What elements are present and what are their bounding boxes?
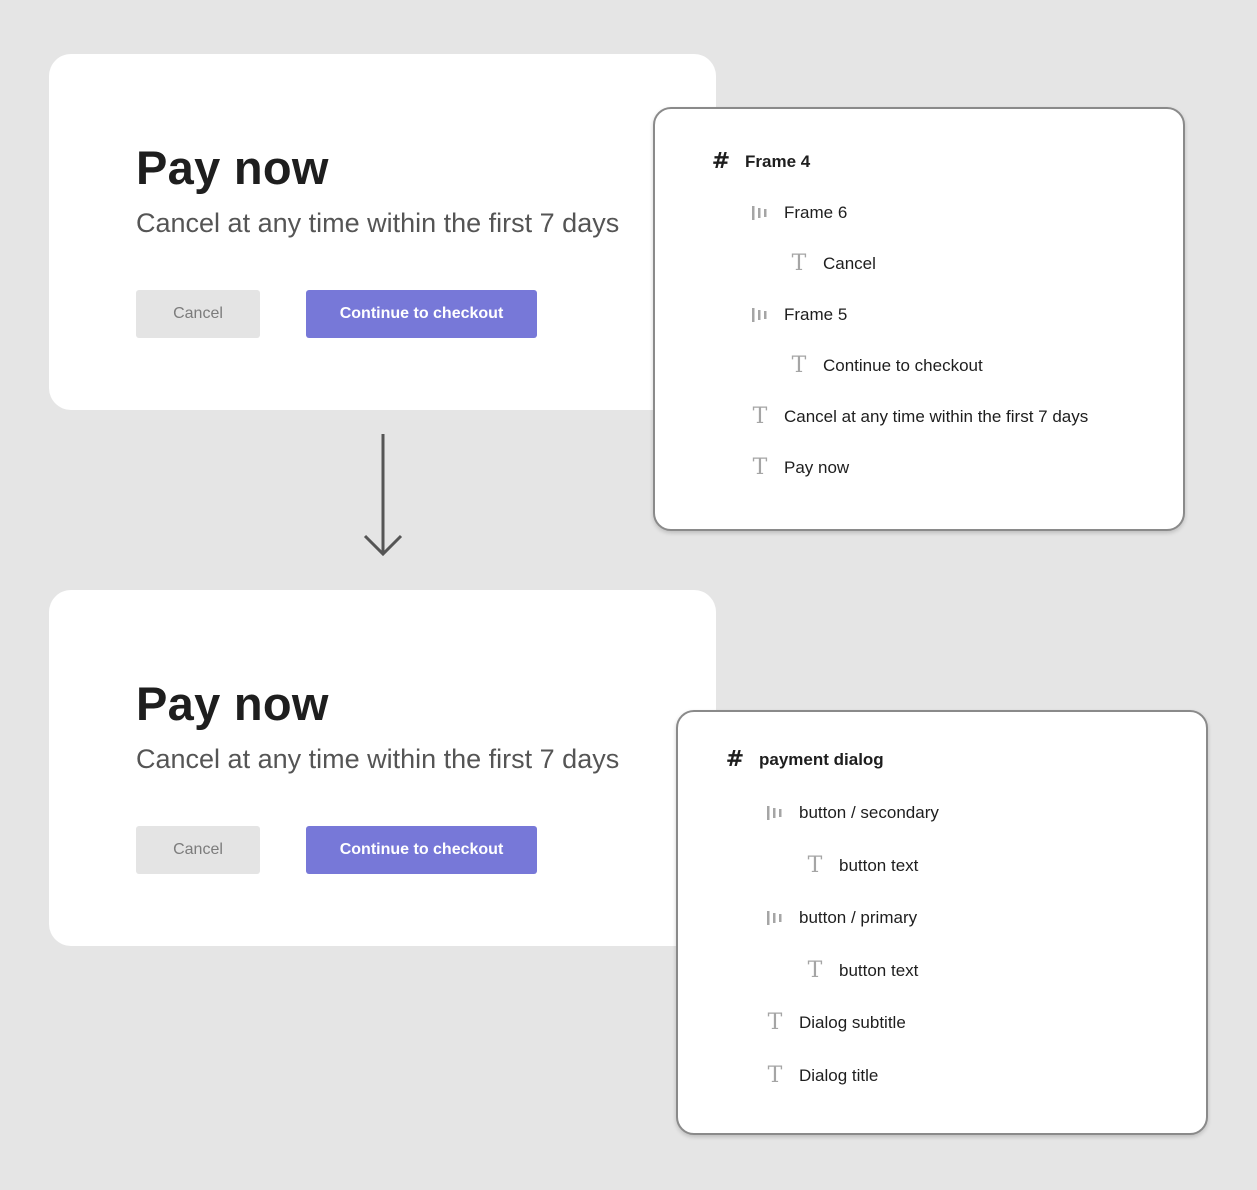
autolayout-icon: [765, 801, 785, 825]
layer-label: Frame 4: [745, 152, 811, 171]
layer-item[interactable]: T Cancel at any time within the first 7 …: [750, 402, 1089, 432]
layer-item[interactable]: button / primary: [765, 903, 917, 933]
dialog-title: Pay now: [136, 141, 329, 194]
layer-label: button text: [839, 856, 919, 875]
layer-label: Pay now: [784, 458, 850, 477]
layer-item[interactable]: # payment dialog: [725, 745, 884, 775]
autolayout-icon: [750, 201, 770, 225]
layer-label: Cancel: [823, 254, 876, 273]
dialog-subtitle: Cancel at any time within the first 7 da…: [136, 744, 620, 774]
layer-label: Continue to checkout: [823, 356, 983, 375]
text-icon: T: [767, 1010, 783, 1035]
text-icon: T: [807, 853, 823, 878]
layer-item[interactable]: T Dialog title: [765, 1061, 879, 1091]
layers-panel-before: # Frame 4 Frame 6 T Cancel Frame 5 T Con…: [653, 107, 1185, 531]
dialog-before: Pay now Cancel at any time within the fi…: [49, 54, 716, 410]
continue-to-checkout-button[interactable]: Continue to checkout: [306, 826, 537, 874]
text-icon: T: [767, 1063, 783, 1088]
layer-label: button / secondary: [799, 803, 939, 822]
text-icon: T: [807, 958, 823, 983]
layers-panel-after: # payment dialog button / secondary T bu…: [676, 710, 1208, 1135]
autolayout-icon: [765, 906, 785, 930]
text-icon: T: [791, 353, 807, 378]
continue-to-checkout-button[interactable]: Continue to checkout: [306, 290, 537, 338]
cancel-button[interactable]: Cancel: [136, 826, 260, 874]
layer-item[interactable]: T Continue to checkout: [789, 351, 983, 381]
dialog-title: Pay now: [136, 677, 329, 730]
frame-hash-icon: #: [711, 149, 731, 174]
layer-label: payment dialog: [759, 750, 884, 769]
layer-item[interactable]: T button text: [805, 851, 919, 881]
layer-label: Cancel at any time within the first 7 da…: [784, 407, 1089, 426]
layer-item[interactable]: Frame 6: [750, 198, 847, 228]
text-icon: T: [791, 251, 807, 276]
dialog-after: Pay now Cancel at any time within the fi…: [49, 590, 716, 946]
arrow-down-icon: [363, 434, 403, 557]
layer-item[interactable]: Frame 5: [750, 300, 847, 330]
text-icon: T: [752, 404, 768, 429]
layer-label: Dialog subtitle: [799, 1013, 906, 1032]
layer-label: Frame 5: [784, 305, 848, 324]
layer-label: button / primary: [799, 908, 918, 927]
frame-hash-icon: #: [725, 747, 745, 772]
layer-label: button text: [839, 961, 919, 980]
layer-item[interactable]: T Pay now: [750, 453, 850, 483]
layer-label: Frame 6: [784, 203, 848, 222]
autolayout-icon: [750, 303, 770, 327]
layer-label: Dialog title: [799, 1066, 879, 1085]
layer-item[interactable]: T Dialog subtitle: [765, 1008, 906, 1038]
layer-item[interactable]: T button text: [805, 956, 919, 986]
layer-item[interactable]: T Cancel: [789, 249, 876, 279]
layer-item[interactable]: button / secondary: [765, 798, 939, 828]
layer-item[interactable]: # Frame 4: [711, 147, 810, 177]
cancel-button[interactable]: Cancel: [136, 290, 260, 338]
text-icon: T: [752, 455, 768, 480]
dialog-subtitle: Cancel at any time within the first 7 da…: [136, 208, 620, 238]
